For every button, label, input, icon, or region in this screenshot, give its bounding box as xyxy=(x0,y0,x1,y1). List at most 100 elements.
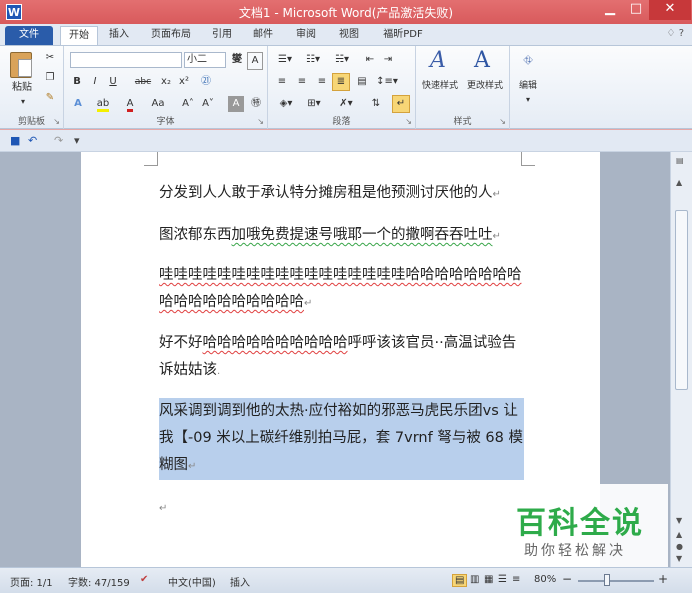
paragraph-5-selected[interactable]: 风采调到调到他的太热·应付裕如的邪恶马虎民乐团vs 让我【-09 米以上碳纤维别… xyxy=(159,398,524,480)
web-layout-icon[interactable]: ▦ xyxy=(484,574,493,585)
styles-group: A A 快速样式 更改样式 样式 ↘ xyxy=(416,46,510,129)
page-corner-mark xyxy=(521,152,535,166)
scroll-thumb[interactable] xyxy=(675,210,688,390)
full-screen-reading-icon[interactable]: ▥ xyxy=(470,574,479,585)
help-icon[interactable]: ♢ ? xyxy=(667,28,684,39)
font-color-icon[interactable]: A xyxy=(122,96,138,112)
print-layout-icon[interactable]: ▤ xyxy=(452,574,468,587)
previous-page-icon[interactable]: ▲ xyxy=(676,530,682,539)
strikethrough-button[interactable]: abc xyxy=(132,74,154,90)
draft-view-icon[interactable]: ≡ xyxy=(512,574,520,585)
redo-icon[interactable]: ↷ xyxy=(54,134,63,147)
tab-foxit-pdf[interactable]: 福昕PDF xyxy=(375,26,431,45)
zoom-out-button[interactable]: − xyxy=(562,572,572,586)
decrease-indent-icon[interactable]: ⇤ xyxy=(362,52,378,68)
language-status[interactable]: 中文(中国) xyxy=(168,574,216,589)
format-painter-icon[interactable]: ✎ xyxy=(42,90,58,106)
borders-icon[interactable]: ⊞▾ xyxy=(302,96,326,112)
zoom-slider[interactable] xyxy=(578,580,654,582)
tab-home[interactable]: 开始 xyxy=(60,26,98,45)
outline-view-icon[interactable]: ☰ xyxy=(498,574,507,585)
maximize-button[interactable]: □ xyxy=(623,0,649,20)
enclose-char-icon[interactable]: ㊕ xyxy=(248,96,264,112)
chinese-layout-icon[interactable]: ✗▾ xyxy=(334,96,358,112)
paragraph-4[interactable]: 好不好哈哈哈哈哈哈哈哈哈哈呼呼该该官员··高温试验告诉姑姑该. xyxy=(159,330,524,385)
zoom-level[interactable]: 80% xyxy=(534,574,556,585)
tab-insert[interactable]: 插入 xyxy=(100,26,138,45)
scroll-up-icon[interactable]: ▲ xyxy=(676,178,682,187)
sort-icon[interactable]: ⇅ xyxy=(368,96,384,112)
watermark-title: 百科全说 xyxy=(516,506,644,541)
subscript-button[interactable]: x₂ xyxy=(158,74,174,90)
change-styles-icon[interactable]: A xyxy=(474,48,490,73)
browse-object-icon[interactable]: ● xyxy=(676,542,683,551)
numbering-icon[interactable]: ☷▾ xyxy=(302,52,324,68)
quick-styles-button[interactable]: 快速样式 xyxy=(418,78,462,94)
insert-mode-status[interactable]: 插入 xyxy=(230,574,250,589)
text-effects-button[interactable]: A xyxy=(70,96,86,112)
superscript-button[interactable]: x² xyxy=(176,74,192,90)
align-left-icon[interactable]: ≡ xyxy=(274,74,290,90)
cut-icon[interactable]: ✂ xyxy=(42,50,58,66)
grow-font-button[interactable]: A˄ xyxy=(180,96,196,112)
clipboard-launcher-icon[interactable]: ↘ xyxy=(53,117,60,126)
tab-file[interactable]: 文件 xyxy=(5,26,53,45)
word-count[interactable]: 字数: 47/159 xyxy=(68,574,130,589)
tab-view[interactable]: 视图 xyxy=(331,26,367,45)
shading-icon[interactable]: ◈▾ xyxy=(274,96,298,112)
close-button[interactable]: ✕ xyxy=(649,0,691,20)
change-case-button[interactable]: Aa xyxy=(148,96,168,112)
vertical-scrollbar[interactable]: ▤ ▲ ▼ ▲ ● ▼ xyxy=(670,152,692,567)
tab-references[interactable]: 引用 xyxy=(204,26,240,45)
clear-format-icon[interactable]: 燮 xyxy=(229,52,245,68)
multilevel-list-icon[interactable]: ☵▾ xyxy=(330,52,354,68)
minimize-button[interactable]: ▁ xyxy=(597,0,623,20)
paragraph-label: 段落 xyxy=(332,117,351,127)
line-spacing-icon[interactable]: ↕≡▾ xyxy=(376,74,398,90)
copy-icon[interactable]: ❐ xyxy=(42,70,58,86)
scroll-down-icon[interactable]: ▼ xyxy=(676,516,682,525)
font-size-select[interactable]: 小二 xyxy=(184,52,226,68)
bold-button[interactable]: B xyxy=(70,74,84,90)
paragraph-2[interactable]: 图浓郁东西加哦免费提速号哦耶一个的撒啊吞吞吐吐↵ xyxy=(159,222,524,250)
align-center-icon[interactable]: ≡ xyxy=(294,74,310,90)
undo-icon[interactable]: ↶ xyxy=(28,134,37,147)
proofing-icon[interactable]: ✔ xyxy=(140,574,148,585)
zoom-in-button[interactable]: + xyxy=(658,572,668,586)
shrink-font-button[interactable]: A˅ xyxy=(200,96,216,112)
find-binoculars-icon[interactable]: ⛗ xyxy=(518,52,538,68)
paragraph-1[interactable]: 分发到人人敢于承认特分摊房租是他预测讨厌他的人↵ xyxy=(159,180,524,208)
page-count[interactable]: 页面: 1/1 xyxy=(10,574,53,589)
char-shading-button[interactable]: A xyxy=(228,96,244,112)
underline-button[interactable]: U xyxy=(106,74,120,90)
paste-icon[interactable] xyxy=(10,52,32,78)
zoom-slider-thumb[interactable] xyxy=(604,574,610,586)
font-name-select[interactable] xyxy=(70,52,182,68)
tab-mailings[interactable]: 邮件 xyxy=(245,26,281,45)
highlight-color-icon[interactable]: ab xyxy=(94,96,112,112)
align-right-icon[interactable]: ≡ xyxy=(314,74,330,90)
paragraph-3[interactable]: 哇哇哇哇哇哇哇哇哇哇哇哇哇哇哇哇哇哈哈哈哈哈哈哈哈哈哈哈哈哈哈哈哈哈哈↵ xyxy=(159,262,524,317)
paragraph-launcher-icon[interactable]: ↘ xyxy=(405,117,412,126)
italic-button[interactable]: I xyxy=(88,74,102,90)
show-marks-icon[interactable]: ↵ xyxy=(392,95,410,113)
increase-indent-icon[interactable]: ⇥ xyxy=(380,52,396,68)
bullets-icon[interactable]: ☰▾ xyxy=(274,52,296,68)
paragraph-6[interactable]: ↵ xyxy=(159,494,524,522)
quick-styles-icon[interactable]: A xyxy=(430,48,446,73)
justify-icon[interactable]: ≣ xyxy=(332,73,350,91)
next-page-icon[interactable]: ▼ xyxy=(676,554,682,563)
save-icon[interactable]: ■ xyxy=(10,134,20,147)
font-launcher-icon[interactable]: ↘ xyxy=(257,117,264,126)
phonetic-guide-icon[interactable]: ㉑ xyxy=(198,74,214,90)
editing-dropdown-icon[interactable]: ▾ xyxy=(522,92,534,108)
distributed-icon[interactable]: ▤ xyxy=(354,74,370,90)
customize-qat-icon[interactable]: ▾ xyxy=(74,134,80,147)
paste-dropdown-icon[interactable]: ▾ xyxy=(18,94,28,110)
change-styles-button[interactable]: 更改样式 xyxy=(462,78,508,94)
char-border-icon[interactable]: A xyxy=(247,52,263,70)
tab-review[interactable]: 审阅 xyxy=(288,26,324,45)
ruler-toggle-icon[interactable]: ▤ xyxy=(676,156,684,165)
tab-page-layout[interactable]: 页面布局 xyxy=(143,26,199,45)
styles-launcher-icon[interactable]: ↘ xyxy=(499,117,506,126)
